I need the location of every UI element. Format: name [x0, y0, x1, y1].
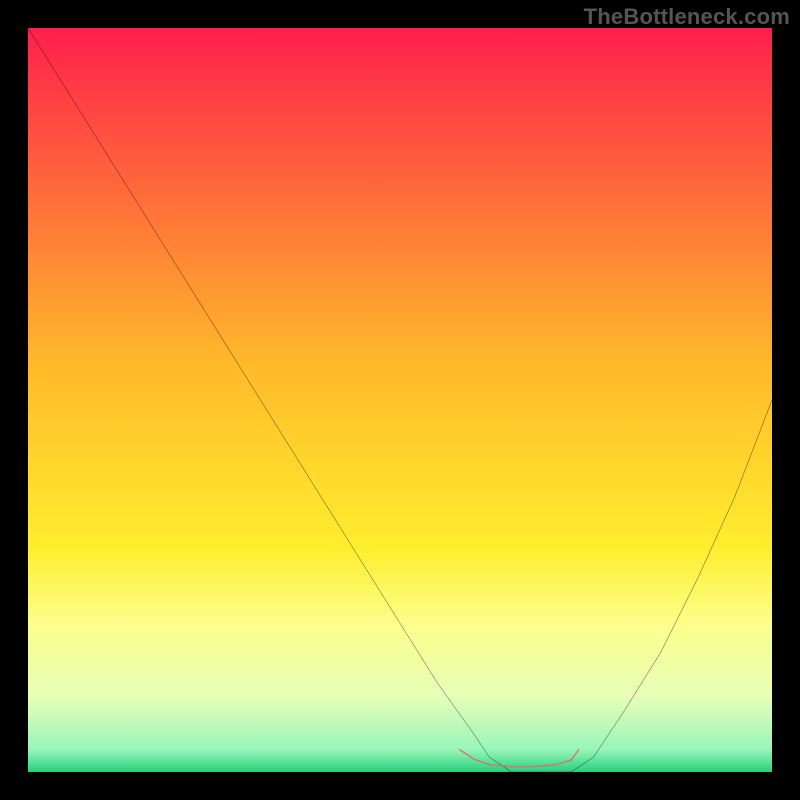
chart-background	[28, 28, 772, 772]
chart-plot-area	[28, 28, 772, 772]
chart-svg	[28, 28, 772, 772]
chart-frame: TheBottleneck.com	[0, 0, 800, 800]
watermark-text: TheBottleneck.com	[584, 4, 790, 30]
